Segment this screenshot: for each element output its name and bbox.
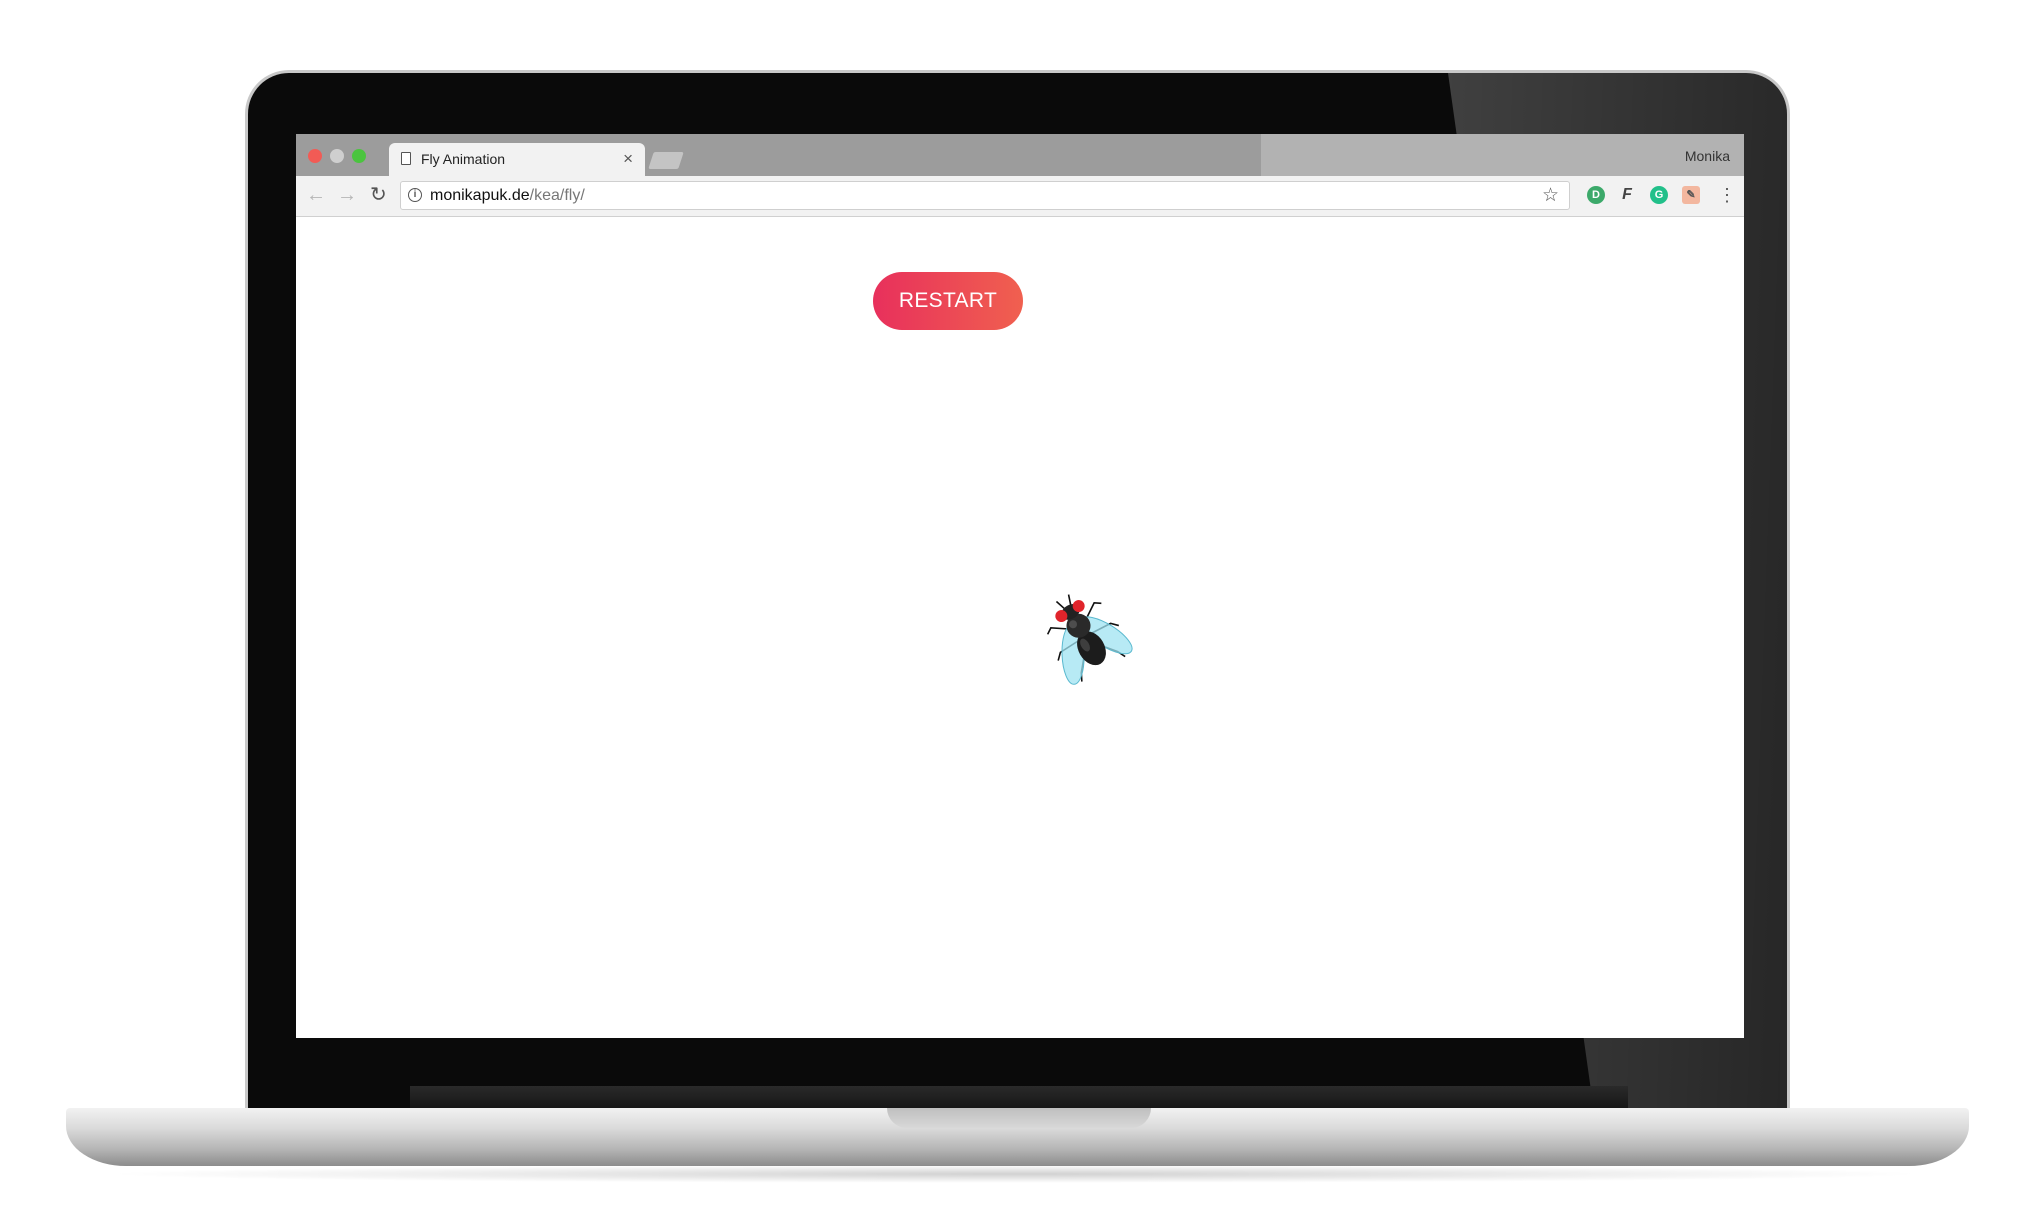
url-text: monikapuk.de/kea/fly/ [430, 187, 585, 205]
browser-window: Fly Animation × Monika ← → ↻ i monikapuk… [296, 134, 1744, 1038]
browser-toolbar: ← → ↻ i monikapuk.de/kea/fly/ ☆ D F G ✎ … [296, 176, 1744, 217]
window-maximize-button[interactable] [352, 149, 366, 163]
bookmark-star-icon[interactable]: ☆ [1542, 184, 1559, 207]
tab-strip: Fly Animation × Monika [296, 134, 1744, 176]
laptop-notch [887, 1108, 1151, 1128]
restart-button[interactable]: RESTART [873, 272, 1023, 330]
page-icon [401, 152, 411, 165]
back-arrow-icon[interactable]: ← [306, 184, 326, 206]
tab-close-icon[interactable]: × [623, 149, 633, 169]
laptop-hinge [410, 1086, 1628, 1110]
extension-icon-4[interactable]: ✎ [1682, 186, 1700, 204]
url-domain: monikapuk.de [430, 187, 530, 204]
extension-icon-2[interactable]: F [1618, 186, 1636, 204]
forward-arrow-icon[interactable]: → [337, 184, 357, 206]
laptop-shadow [100, 1165, 1930, 1183]
tab-strip-reflection [1261, 134, 1744, 176]
more-menu-icon[interactable]: ⋮ [1718, 184, 1736, 206]
extension-icon-1[interactable]: D [1587, 186, 1605, 204]
window-close-button[interactable] [308, 149, 322, 163]
grammarly-icon[interactable]: G [1650, 186, 1668, 204]
fly-image[interactable] [1030, 582, 1140, 692]
tab-title: Fly Animation [421, 151, 506, 167]
address-bar[interactable]: i monikapuk.de/kea/fly/ ☆ [400, 181, 1570, 210]
info-icon[interactable]: i [408, 188, 422, 202]
profile-name[interactable]: Monika [1685, 148, 1730, 164]
reload-icon[interactable]: ↻ [370, 184, 387, 206]
tab-fly-animation[interactable]: Fly Animation × [389, 143, 645, 176]
url-path: /kea/fly/ [529, 187, 585, 204]
new-tab-button[interactable] [648, 152, 684, 169]
window-minimize-button[interactable] [330, 149, 344, 163]
